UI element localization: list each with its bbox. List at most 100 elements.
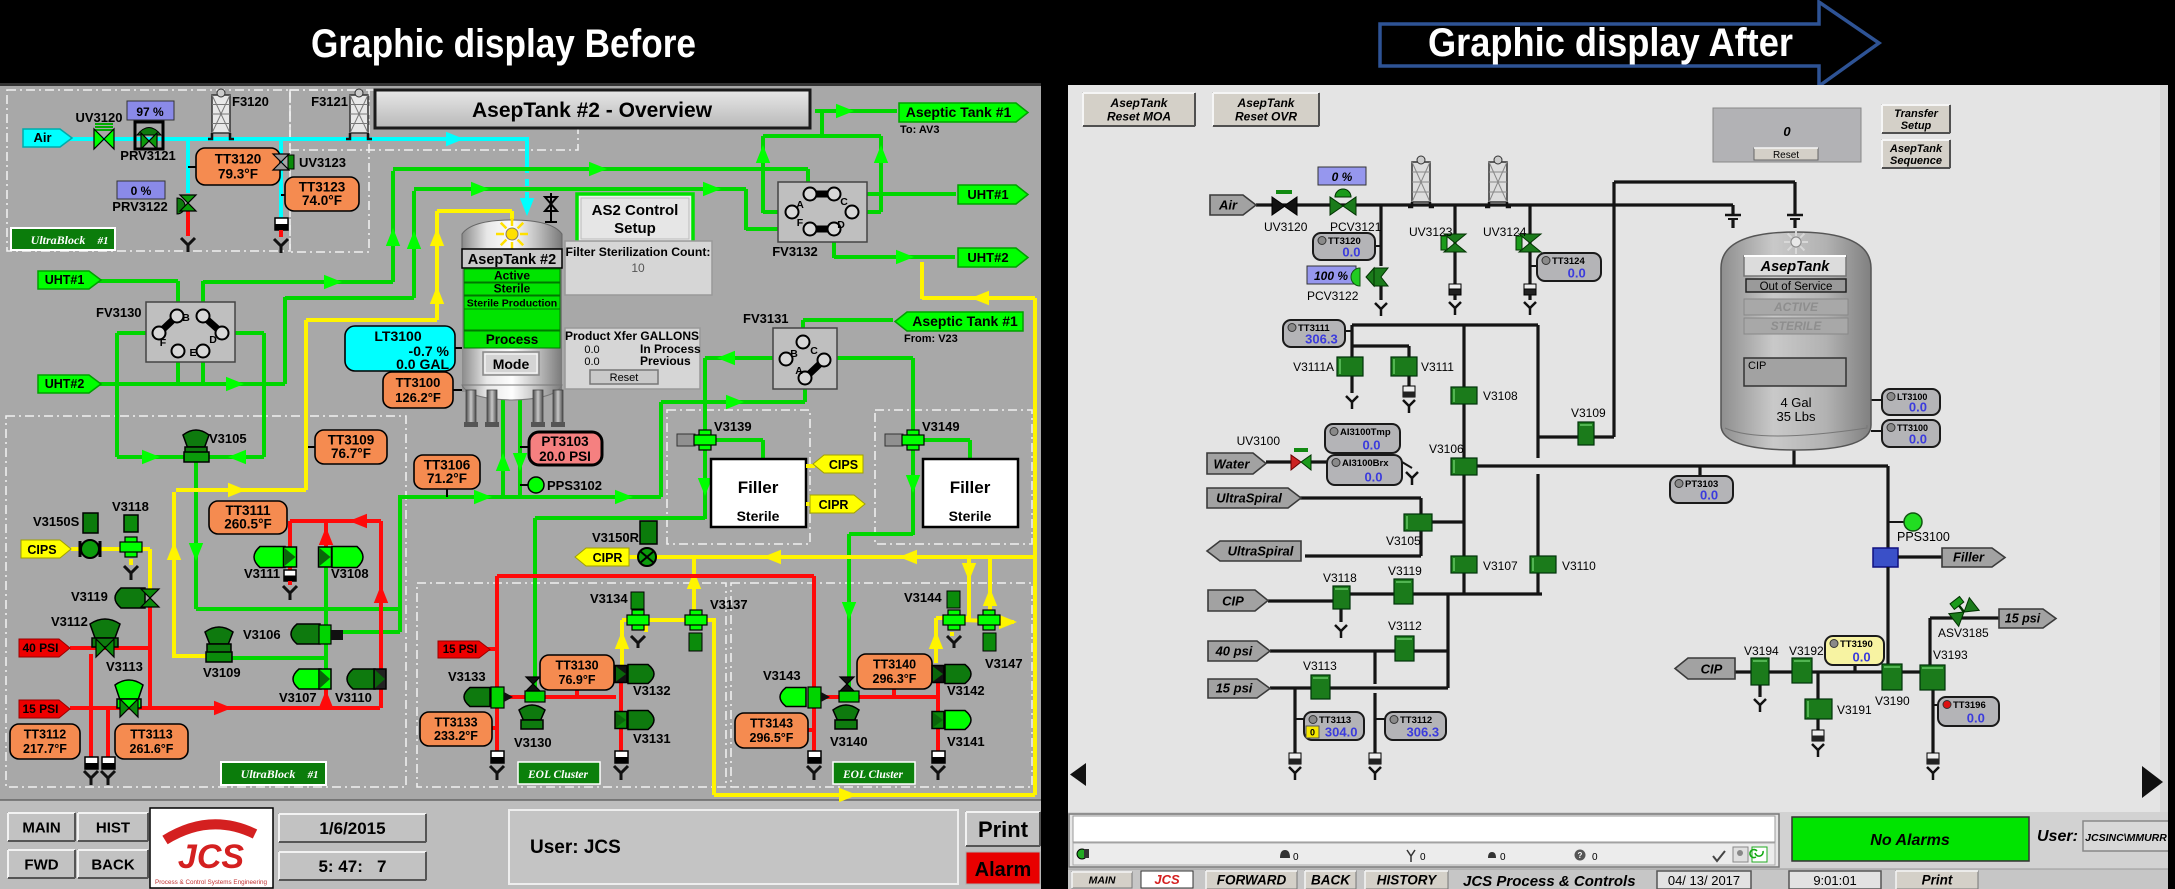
svg-text:0.0 GAL: 0.0 GAL (396, 356, 449, 372)
svg-text:0.0: 0.0 (1342, 245, 1360, 260)
svg-text:126.2°F: 126.2°F (395, 390, 441, 405)
svg-text:V3112: V3112 (51, 614, 88, 629)
svg-text:BACK: BACK (1311, 873, 1351, 888)
svg-text:V3137: V3137 (710, 597, 748, 612)
svg-text:TT3123: TT3123 (299, 179, 346, 194)
svg-text:PPS3100: PPS3100 (1897, 530, 1950, 544)
svg-text:Reset: Reset (1773, 150, 1799, 161)
svg-text:CIPR: CIPR (593, 551, 623, 565)
svg-text:C: C (810, 345, 818, 357)
svg-text:LT3100: LT3100 (374, 328, 421, 344)
svg-text:V3119: V3119 (71, 589, 108, 604)
svg-text:PRV3122: PRV3122 (112, 199, 167, 214)
svg-text:0: 0 (1293, 852, 1299, 863)
svg-text:AsepTank: AsepTank (1237, 96, 1296, 110)
svg-text:0: 0 (1592, 852, 1598, 863)
svg-text:0.0: 0.0 (1700, 488, 1718, 503)
svg-text:V3134: V3134 (590, 591, 628, 606)
svg-text:Filler: Filler (1953, 550, 1985, 565)
svg-text:TT3190: TT3190 (1840, 639, 1873, 650)
svg-text:JCS Process & Controls: JCS Process & Controls (1463, 873, 1636, 889)
svg-text:4 Gal: 4 Gal (1780, 395, 1811, 410)
svg-text:E: E (189, 347, 196, 359)
svg-text:V3141: V3141 (947, 734, 985, 749)
svg-text:35 Lbs: 35 Lbs (1776, 409, 1816, 424)
svg-text:Out of Service: Out of Service (1760, 281, 1833, 293)
svg-text:260.5°F: 260.5°F (224, 516, 271, 531)
svg-text:V3139: V3139 (714, 419, 752, 434)
svg-text:97 %: 97 % (136, 105, 164, 119)
svg-text:296.3°F: 296.3°F (873, 672, 917, 686)
svg-text:Reset MOA: Reset MOA (1107, 110, 1171, 124)
svg-text:1/6/2015: 1/6/2015 (319, 819, 385, 838)
svg-text:UV3120: UV3120 (1264, 220, 1308, 234)
svg-text:FV3132: FV3132 (772, 244, 818, 259)
svg-text:JCSINC\MMURR: JCSINC\MMURR (2085, 832, 2167, 844)
svg-text:Setup: Setup (1901, 120, 1932, 132)
svg-text:UltraBlock: UltraBlock (241, 767, 296, 781)
svg-text:TT3130: TT3130 (555, 659, 598, 673)
svg-text:0.0: 0.0 (1362, 438, 1380, 453)
svg-text:15 psi: 15 psi (2005, 612, 2041, 626)
svg-text:CIPS: CIPS (829, 458, 858, 472)
svg-text:V3192: V3192 (1789, 644, 1824, 658)
svg-text:V3107: V3107 (279, 690, 317, 705)
svg-text:V3118: V3118 (112, 499, 149, 514)
svg-text:TT3109: TT3109 (328, 432, 375, 447)
svg-text:V3133: V3133 (448, 669, 486, 684)
svg-text:CIPR: CIPR (819, 498, 849, 512)
svg-text:UV3120: UV3120 (76, 110, 123, 125)
svg-text:Air: Air (1218, 198, 1238, 213)
svg-text:PT3103: PT3103 (541, 434, 589, 449)
svg-text:D: D (209, 334, 217, 346)
svg-text:HIST: HIST (96, 819, 130, 836)
svg-text:V3108: V3108 (1483, 389, 1518, 403)
svg-text:79.3°F: 79.3°F (218, 167, 258, 182)
svg-text:UltraSpiral: UltraSpiral (1228, 544, 1294, 559)
svg-text:217.7°F: 217.7°F (23, 742, 67, 756)
svg-text:UltraSpiral: UltraSpiral (1216, 491, 1282, 506)
svg-text:V3130: V3130 (514, 735, 552, 750)
svg-text:A: A (796, 199, 804, 211)
svg-text:EOL Cluster: EOL Cluster (527, 769, 588, 781)
svg-text:TT3106: TT3106 (424, 457, 471, 472)
svg-text:TT3100: TT3100 (396, 375, 441, 390)
svg-text:100 %: 100 % (1314, 269, 1348, 283)
svg-text:#1: #1 (307, 769, 319, 781)
svg-text:0.0: 0.0 (1853, 650, 1871, 665)
svg-text:HISTORY: HISTORY (1377, 873, 1439, 888)
svg-text:CIP: CIP (1222, 594, 1244, 609)
svg-text:User: JCS: User: JCS (530, 837, 621, 858)
svg-text:Aseptic Tank #1: Aseptic Tank #1 (912, 313, 1018, 329)
svg-text:AS2 Control: AS2 Control (592, 202, 679, 219)
svg-text:306.3: 306.3 (1305, 332, 1338, 347)
svg-text:V3147: V3147 (985, 656, 1023, 671)
svg-text:UV3123: UV3123 (299, 155, 346, 170)
svg-text:CIP: CIP (1748, 360, 1766, 372)
svg-text:0.0: 0.0 (1364, 470, 1382, 485)
svg-text:Graphic display After: Graphic display After (1428, 21, 1793, 65)
svg-text:Print: Print (1922, 873, 1953, 888)
svg-text:F: F (160, 337, 167, 349)
svg-text:TT3133: TT3133 (434, 715, 477, 729)
svg-text:FORWARD: FORWARD (1217, 873, 1287, 888)
svg-text:FV3131: FV3131 (743, 311, 789, 326)
svg-text:V3142: V3142 (947, 683, 985, 698)
svg-text:Mode: Mode (493, 356, 530, 372)
svg-text:V3113: V3113 (106, 659, 143, 674)
svg-text:Process: Process (486, 332, 539, 347)
svg-text:Graphic display Before: Graphic display Before (311, 22, 696, 66)
svg-text:V3132: V3132 (633, 683, 671, 698)
svg-text:F3121: F3121 (311, 94, 348, 109)
svg-text:CIP: CIP (1701, 662, 1723, 677)
svg-text:V3140: V3140 (830, 734, 868, 749)
svg-text:AsepTank: AsepTank (1889, 143, 1943, 155)
svg-text:Sterile: Sterile (737, 508, 780, 524)
svg-text:UHT#1: UHT#1 (45, 273, 85, 287)
svg-text:9:01:01: 9:01:01 (1813, 873, 1856, 888)
svg-text:B: B (182, 312, 190, 324)
svg-text:10: 10 (631, 261, 645, 275)
svg-text:V3107: V3107 (1483, 559, 1518, 573)
svg-text:V3194: V3194 (1744, 644, 1779, 658)
svg-text:V3191: V3191 (1837, 703, 1872, 717)
